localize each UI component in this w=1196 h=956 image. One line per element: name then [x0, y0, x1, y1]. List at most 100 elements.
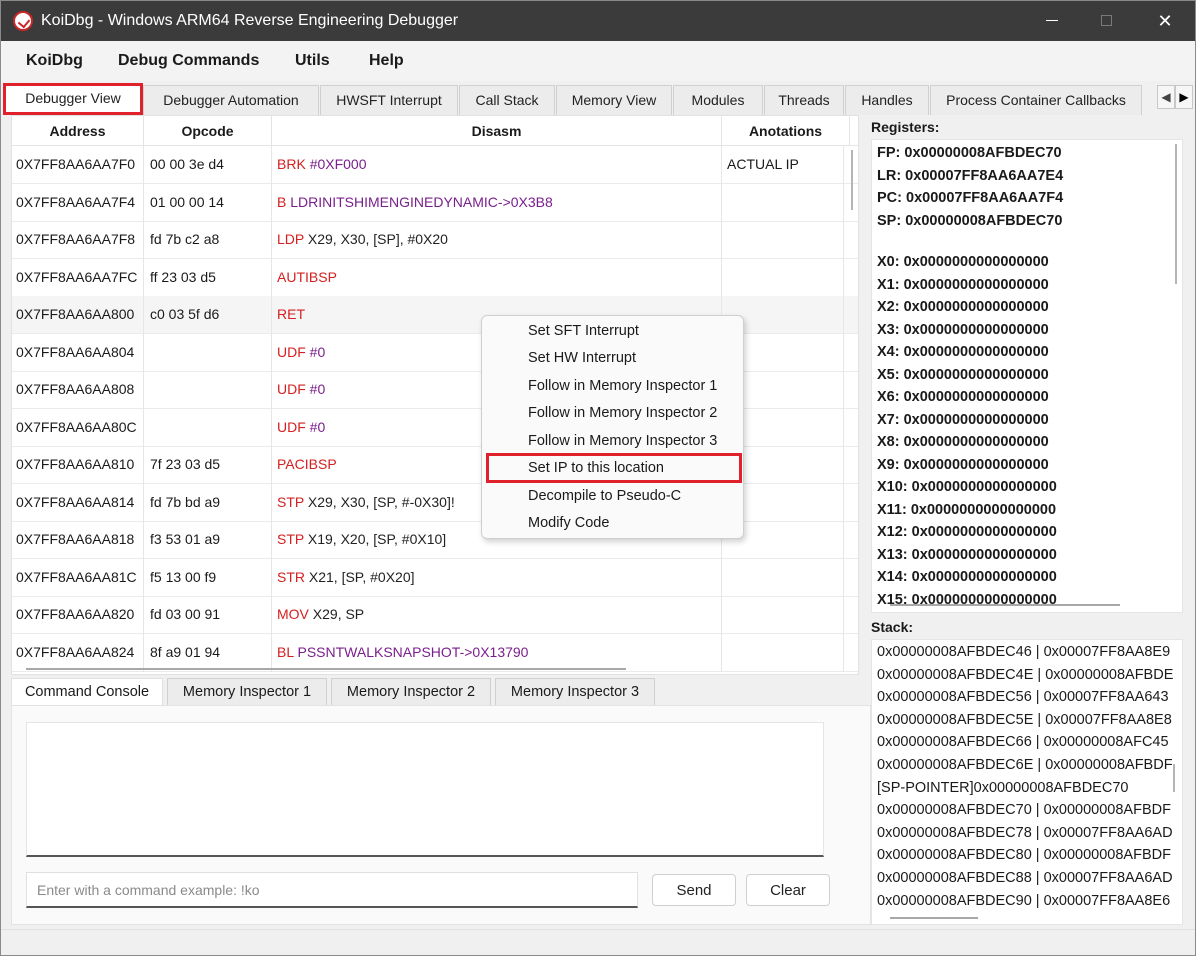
- table-row[interactable]: 0X7FF8AA6AA7F4 01 00 00 14 B LDRINITSHIMEN…: [12, 183, 858, 222]
- registers-panel[interactable]: FP: 0x00000008AFBDEC70 LR: 0x00007FF8AA6A…: [871, 139, 1183, 613]
- annotation-cell: ACTUAL IP: [722, 146, 844, 184]
- tab-memory-inspector-3[interactable]: Memory Inspector 3: [495, 678, 655, 706]
- register-value: X8: 0x0000000000000000: [877, 434, 1049, 450]
- console-output[interactable]: [26, 722, 824, 857]
- command-input[interactable]: [26, 872, 638, 908]
- opcode-cell: [144, 371, 272, 409]
- clear-button[interactable]: Clear: [746, 874, 830, 906]
- annotation-cell: [722, 633, 844, 672]
- menu-help[interactable]: Help: [369, 52, 404, 70]
- tab-debugger-view[interactable]: Debugger View: [3, 83, 143, 115]
- tab-modules[interactable]: Modules: [673, 85, 763, 115]
- stack-entry: 0x00000008AFBDEC5E | 0x00007FF8AA8E8: [877, 711, 1172, 728]
- operands: X21, [SP, #0X20]: [308, 568, 415, 585]
- ctx-modify-code[interactable]: Modify Code: [528, 515, 609, 531]
- stack-panel[interactable]: 0x00000008AFBDEC46 | 0x00007FF8AA8E9 0x00…: [871, 639, 1183, 925]
- operands: #0XF000: [309, 156, 367, 172]
- table-row[interactable]: 0X7FF8AA6AA7FC ff 23 03 d5 AUTIBSP: [12, 258, 858, 297]
- menu-koidbg[interactable]: KoiDbg: [26, 52, 83, 70]
- ctx-set-ip-to-location[interactable]: Set IP to this location: [528, 460, 664, 476]
- table-row[interactable]: 0X7FF8AA6AA7F8 fd 7b c2 a8 LDP X29, X30, […: [12, 221, 858, 259]
- header-disasm[interactable]: Disasm: [272, 116, 722, 146]
- tab-hwsft-interrupt[interactable]: HWSFT Interrupt: [320, 85, 458, 115]
- address-cell: 0X7FF8AA6AA814: [12, 483, 144, 522]
- tab-memory-view[interactable]: Memory View: [556, 85, 672, 115]
- mnemonic: UDF: [277, 381, 306, 397]
- register-value: X12: 0x0000000000000000: [877, 524, 1057, 540]
- tab-process-container-callbacks[interactable]: Process Container Callbacks: [930, 85, 1142, 115]
- tab-scroll-right-button[interactable]: ▶: [1175, 85, 1193, 109]
- opcode-cell: [144, 408, 272, 447]
- annotation-cell: [722, 183, 844, 222]
- stack-horizontal-scrollbar[interactable]: [890, 917, 978, 919]
- tab-handles[interactable]: Handles: [845, 85, 929, 115]
- maximize-button[interactable]: [1093, 9, 1119, 33]
- ctx-follow-memory-inspector-2[interactable]: Follow in Memory Inspector 2: [528, 405, 717, 421]
- header-address[interactable]: Address: [12, 116, 144, 146]
- register-value: X11: 0x0000000000000000: [877, 501, 1057, 518]
- main-tab-bar: Debugger View Debugger Automation HWSFT …: [1, 83, 1195, 115]
- register-value: PC: 0x00007FF8AA6AA7F4: [877, 190, 1064, 207]
- operands: X29, X30, [SP, #-0X30]!: [307, 493, 455, 510]
- registers-horizontal-scrollbar[interactable]: [890, 604, 1120, 606]
- address-cell: 0X7FF8AA6AA810: [12, 446, 144, 484]
- table-row[interactable]: 0X7FF8AA6AA824 8f a9 01 94 BL PSSNTWALKSNA…: [12, 633, 858, 672]
- minimize-button[interactable]: [1039, 9, 1065, 33]
- header-annotations[interactable]: Anotations: [722, 116, 850, 146]
- tab-debugger-automation[interactable]: Debugger Automation: [143, 85, 319, 115]
- address-cell: 0X7FF8AA6AA808: [12, 371, 144, 409]
- close-button[interactable]: ✕: [1152, 9, 1178, 33]
- mnemonic: STP: [277, 531, 304, 547]
- stack-entry: 0x00000008AFBDEC70 | 0x00000008AFBDF: [877, 802, 1171, 819]
- tab-command-console[interactable]: Command Console: [11, 678, 163, 706]
- register-value: X14: 0x0000000000000000: [877, 569, 1057, 585]
- ctx-follow-memory-inspector-3[interactable]: Follow in Memory Inspector 3: [528, 433, 717, 449]
- ctx-decompile-pseudo-c[interactable]: Decompile to Pseudo-C: [528, 488, 681, 504]
- menu-debug-commands[interactable]: Debug Commands: [118, 52, 259, 70]
- disasm-cell: BL PSSNTWALKSNAPSHOT->0X13790: [272, 633, 722, 672]
- register-value: X5: 0x0000000000000000: [877, 366, 1049, 383]
- grid-vertical-scrollbar[interactable]: [851, 150, 853, 210]
- mnemonic: STP: [277, 493, 304, 510]
- register-value: X13: 0x0000000000000000: [877, 546, 1057, 563]
- ctx-follow-memory-inspector-1[interactable]: Follow in Memory Inspector 1: [528, 378, 717, 394]
- opcode-cell: c0 03 5f d6: [144, 296, 272, 334]
- tab-memory-inspector-1[interactable]: Memory Inspector 1: [167, 678, 327, 706]
- tab-scroll-left-button[interactable]: ◀: [1157, 85, 1175, 109]
- tab-memory-inspector-2[interactable]: Memory Inspector 2: [331, 678, 491, 706]
- menu-bar: KoiDbg Debug Commands Utils Help: [1, 41, 1195, 81]
- register-value: X10: 0x0000000000000000: [877, 479, 1057, 495]
- send-button[interactable]: Send: [652, 874, 736, 906]
- close-icon: ✕: [1157, 11, 1173, 31]
- register-value: X0: 0x0000000000000000: [877, 254, 1049, 270]
- mnemonic: RET: [277, 306, 305, 322]
- stack-entry: 0x00000008AFBDEC90 | 0x00007FF8AA8E6: [877, 892, 1171, 909]
- table-row[interactable]: 0X7FF8AA6AA7F0 00 00 3e d4 BRK #0XF000 ACTU…: [12, 146, 858, 184]
- register-value: X4: 0x0000000000000000: [877, 344, 1049, 360]
- register-value: LR: 0x00007FF8AA6AA7E4: [877, 167, 1064, 184]
- operands: #0: [309, 343, 326, 360]
- chevron-left-icon: ◀: [1161, 90, 1171, 104]
- registers-vertical-scrollbar[interactable]: [1175, 144, 1177, 284]
- opcode-cell: fd 7b bd a9: [144, 483, 272, 522]
- register-value: X9: 0x0000000000000000: [877, 456, 1049, 473]
- ctx-set-sft-interrupt[interactable]: Set SFT Interrupt: [528, 323, 639, 339]
- mnemonic: AUTIBSP: [277, 268, 337, 285]
- tab-threads[interactable]: Threads: [764, 85, 844, 115]
- mnemonic: PACIBSP: [277, 456, 337, 472]
- stack-vertical-scrollbar[interactable]: [1173, 764, 1175, 792]
- operands: X29, X30, [SP], #0X20: [307, 231, 448, 247]
- table-row[interactable]: 0X7FF8AA6AA820 fd 03 00 91 MOV X29, SP: [12, 596, 858, 634]
- mnemonic: BRK: [277, 156, 306, 172]
- annotation-cell: [722, 258, 844, 297]
- tab-call-stack[interactable]: Call Stack: [459, 85, 555, 115]
- grid-horizontal-scrollbar[interactable]: [26, 668, 626, 670]
- mnemonic: B: [277, 193, 287, 210]
- ctx-set-hw-interrupt[interactable]: Set HW Interrupt: [528, 350, 636, 366]
- menu-utils[interactable]: Utils: [295, 52, 330, 70]
- table-row[interactable]: 0X7FF8AA6AA81C f5 13 00 f9 STR X21, [SP, #…: [12, 558, 858, 597]
- mnemonic: BL: [277, 643, 294, 660]
- registers-label: Registers:: [871, 119, 940, 135]
- header-opcode[interactable]: Opcode: [144, 116, 272, 146]
- register-value: SP: 0x00000008AFBDEC70: [877, 213, 1063, 230]
